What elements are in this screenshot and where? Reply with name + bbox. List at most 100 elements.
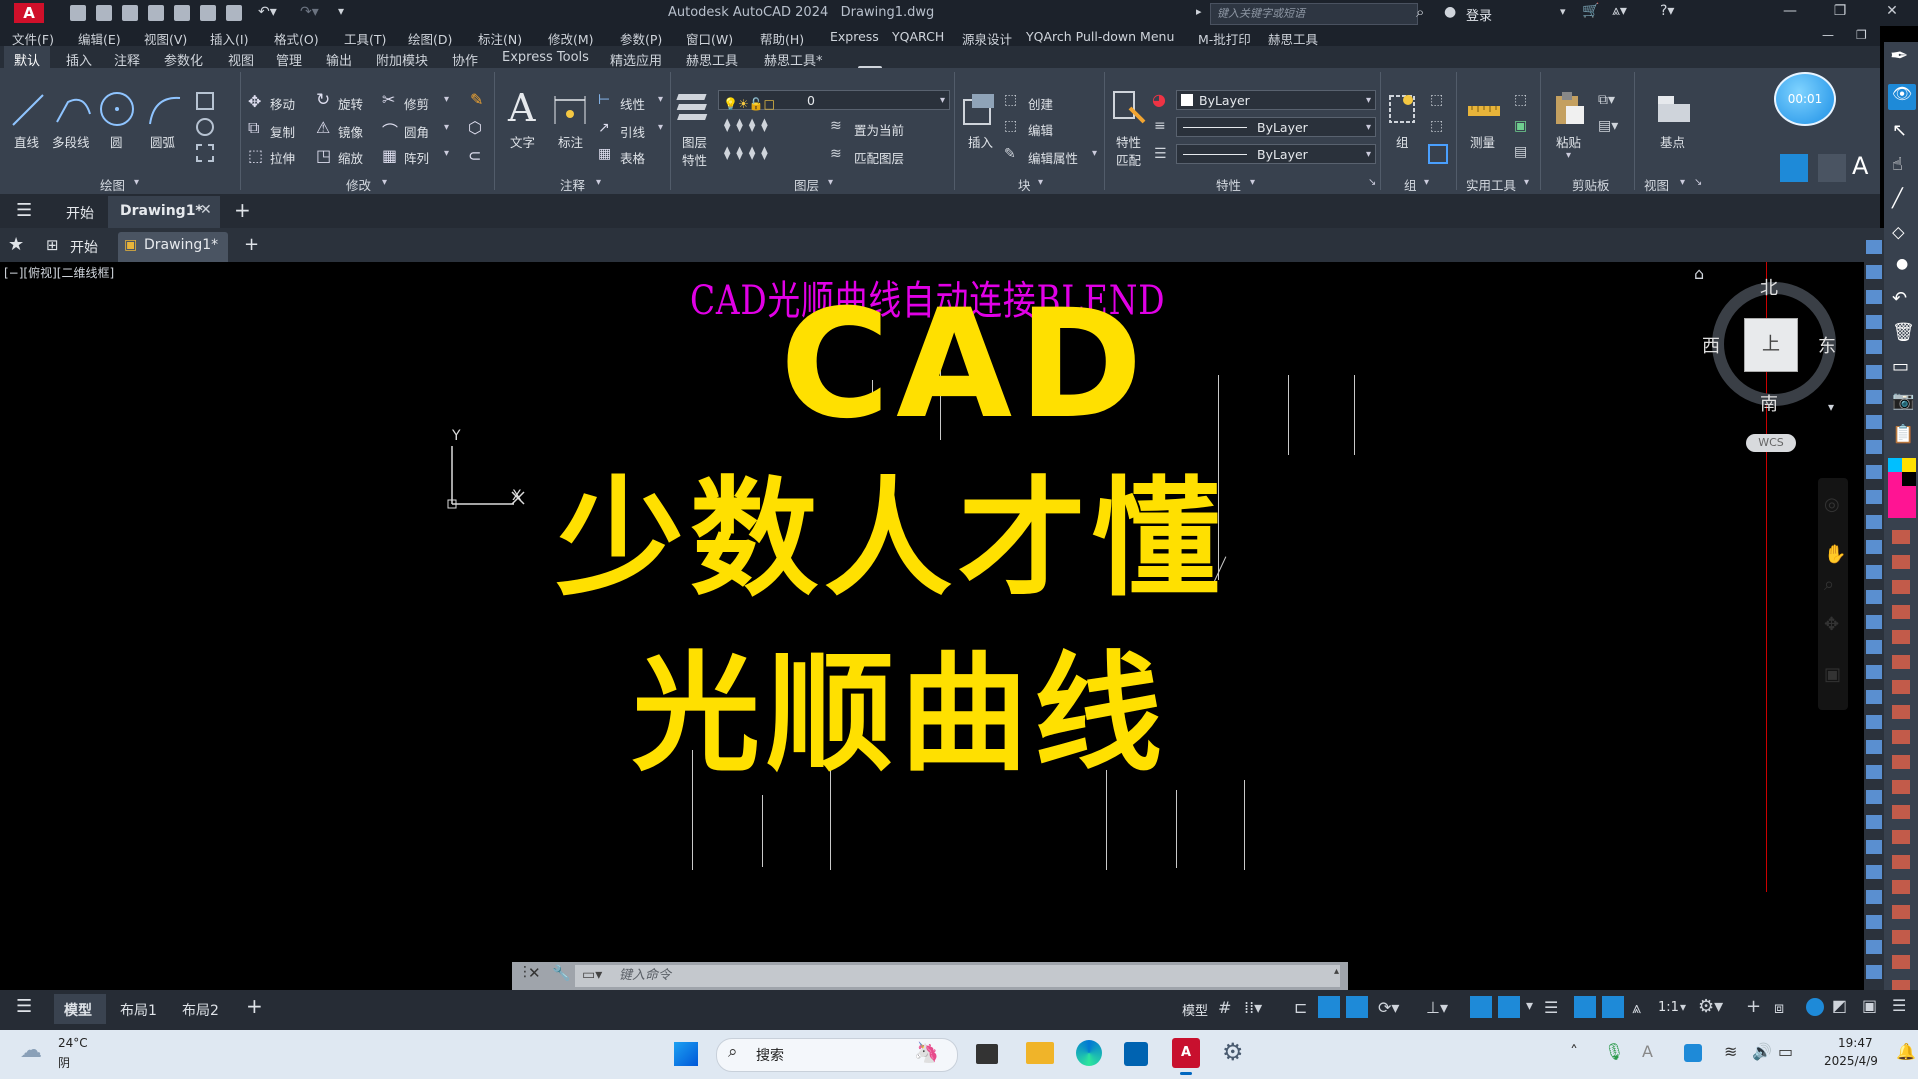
autocad-logo-icon[interactable]: A — [14, 3, 44, 23]
color-pink-swatch[interactable] — [1888, 486, 1916, 518]
orbit-icon[interactable]: ✥ — [1824, 614, 1839, 635]
settings-gear-icon[interactable]: ⚙ — [1222, 1038, 1244, 1066]
add-layout-icon[interactable]: + — [246, 994, 263, 1018]
match-layer-label[interactable]: 匹配图层 — [854, 148, 904, 167]
tab-manage[interactable]: 管理 — [276, 50, 302, 69]
weather-temperature[interactable]: 24°C — [58, 1036, 88, 1050]
tab-insert[interactable]: 插入 — [66, 50, 92, 69]
layout-menu-icon[interactable]: ☰ — [16, 996, 32, 1017]
panel-title-properties[interactable]: 特性 — [1216, 175, 1241, 194]
clipboard-copy-icon[interactable]: ▤▾ — [1598, 118, 1618, 134]
timer-badge[interactable]: 00:01 — [1774, 72, 1836, 126]
eraser-tool-icon[interactable] — [1818, 154, 1846, 182]
lineweight-icon[interactable]: ≡ — [1154, 118, 1166, 134]
tab-layout2[interactable]: 布局2 — [182, 1000, 219, 1020]
microsoft-store-icon[interactable] — [1124, 1042, 1148, 1066]
scale-label[interactable]: 缩放 — [338, 148, 363, 167]
base-label[interactable]: 基点 — [1660, 132, 1685, 151]
mirror-icon[interactable]: ⚠ — [316, 118, 330, 137]
lineweight-dropdown[interactable]: ByLayer ▾ — [1176, 117, 1376, 137]
compass-south[interactable]: 南 — [1760, 390, 1778, 416]
create-label[interactable]: 创建 — [1028, 94, 1053, 113]
plugin-icon-column-2[interactable] — [1892, 530, 1910, 990]
linetype-dropdown[interactable]: ByLayer ▾ — [1176, 144, 1376, 164]
file-tab-start[interactable]: 开始 — [66, 203, 94, 223]
undo-icon[interactable]: ↶▾ — [258, 4, 277, 20]
notes-icon[interactable]: 📋 — [1892, 424, 1914, 445]
login-dropdown-icon[interactable]: ▾ — [1560, 5, 1566, 18]
match-properties-icon[interactable] — [1112, 90, 1146, 126]
dot-brush-icon[interactable]: ● — [1896, 256, 1908, 272]
compass-north[interactable]: 北 — [1760, 274, 1778, 300]
scale-icon[interactable]: ◳ — [316, 146, 331, 165]
minimize-icon[interactable]: — — [1770, 3, 1810, 23]
match-layer-icon[interactable]: ≋ — [830, 146, 842, 162]
modify-expand-icon[interactable]: ▾ — [382, 177, 387, 188]
tab-parametric[interactable]: 参数化 — [164, 50, 203, 69]
draw-expand-icon[interactable]: ▾ — [134, 177, 139, 188]
favorites-star-icon[interactable]: ★ — [8, 234, 24, 255]
panel-title-utilities[interactable]: 实用工具 — [1466, 175, 1516, 194]
copy-icon[interactable]: ⧉ — [248, 118, 259, 138]
annotation-monitor-icon[interactable] — [1574, 996, 1596, 1018]
linetype-icon[interactable]: ☰ — [1154, 146, 1167, 162]
command-customize-icon[interactable]: 🔧 — [552, 964, 571, 982]
login-link[interactable]: 登录 — [1466, 5, 1492, 24]
panel-title-layers[interactable]: 图层 — [794, 175, 819, 194]
dimension-icon[interactable] — [552, 94, 588, 128]
linear-icon[interactable]: ⊢ — [598, 92, 610, 108]
scale-dropdown-icon[interactable]: ▾ — [1680, 1000, 1686, 1014]
menu-express[interactable]: Express — [830, 29, 879, 44]
annotation-scale-value[interactable]: 1:1 — [1658, 1000, 1679, 1015]
arc-label[interactable]: 圆弧 — [150, 132, 175, 151]
battery-icon[interactable]: ▭ — [1778, 1042, 1793, 1061]
view-dialog-launcher-icon[interactable]: ↘ — [1694, 177, 1702, 188]
tab-collaborate[interactable]: 协作 — [452, 50, 478, 69]
eraser-icon[interactable]: ⬦ — [1892, 222, 1905, 243]
group-icon[interactable] — [1386, 92, 1418, 126]
properties-expand-icon[interactable]: ▾ — [1250, 177, 1255, 188]
measure-icon[interactable] — [1466, 96, 1502, 124]
edit-attributes-label[interactable]: 编辑属性 — [1028, 148, 1078, 167]
text-icon[interactable]: A — [508, 86, 535, 130]
weather-condition[interactable]: 阴 — [58, 1054, 70, 1071]
properties-dialog-launcher-icon[interactable]: ↘ — [1368, 177, 1376, 188]
color-magenta-swatch[interactable] — [1888, 472, 1902, 486]
cart-icon[interactable]: 🛒 — [1582, 3, 1599, 19]
rotate-label[interactable]: 旋转 — [338, 94, 363, 113]
erase-icon[interactable]: ✎ — [470, 90, 483, 109]
panel-title-draw[interactable]: 绘图 — [100, 175, 125, 194]
open-icon[interactable] — [96, 5, 112, 21]
tab-output[interactable]: 输出 — [326, 50, 352, 69]
windows-start-icon[interactable] — [674, 1042, 698, 1066]
view-expand-icon[interactable]: ▾ — [1680, 177, 1685, 188]
stretch-label[interactable]: 拉伸 — [270, 148, 295, 167]
table-label[interactable]: 表格 — [620, 148, 645, 167]
doc-tab-start[interactable]: 开始 — [70, 237, 98, 257]
wifi-icon[interactable]: ≋ — [1724, 1042, 1737, 1061]
leader-label[interactable]: 引线 — [620, 122, 645, 141]
doc-minimize-icon[interactable]: — — [1822, 28, 1834, 42]
panel-title-modify[interactable]: 修改 — [346, 175, 371, 194]
units-icon[interactable]: ⧈ — [1774, 998, 1784, 1018]
panel-title-annotation[interactable]: 注释 — [560, 175, 585, 194]
set-current-icon[interactable]: ≋ — [830, 118, 842, 134]
clean-screen-icon[interactable]: ▣ — [1862, 996, 1877, 1015]
array-label[interactable]: 阵列 — [404, 148, 429, 167]
panel-title-view[interactable]: 视图 — [1644, 175, 1669, 194]
annotation-plus-icon[interactable]: + — [1746, 996, 1761, 1017]
hand-pointer-icon[interactable]: ☝ — [1892, 154, 1903, 175]
tab-view[interactable]: 视图 — [228, 50, 254, 69]
color-dropdown[interactable]: ByLayer ▾ — [1176, 90, 1376, 110]
polyline-icon[interactable] — [54, 92, 94, 128]
infer-constraints-icon[interactable]: ⊏ — [1294, 998, 1307, 1017]
select-arrow-icon[interactable]: ↖ — [1892, 120, 1907, 141]
steering-wheel-icon[interactable]: ◎ — [1824, 494, 1840, 515]
group-select-icon[interactable] — [1428, 144, 1448, 164]
pan-icon[interactable]: ✋ — [1824, 544, 1846, 565]
insert-label[interactable]: 插入 — [968, 132, 993, 151]
plugin-icon-column-1[interactable] — [1866, 240, 1882, 980]
linear-label[interactable]: 线性 — [620, 94, 645, 113]
groups-expand-icon[interactable]: ▾ — [1424, 177, 1429, 188]
close-tab-icon[interactable]: ✕ — [200, 202, 212, 218]
